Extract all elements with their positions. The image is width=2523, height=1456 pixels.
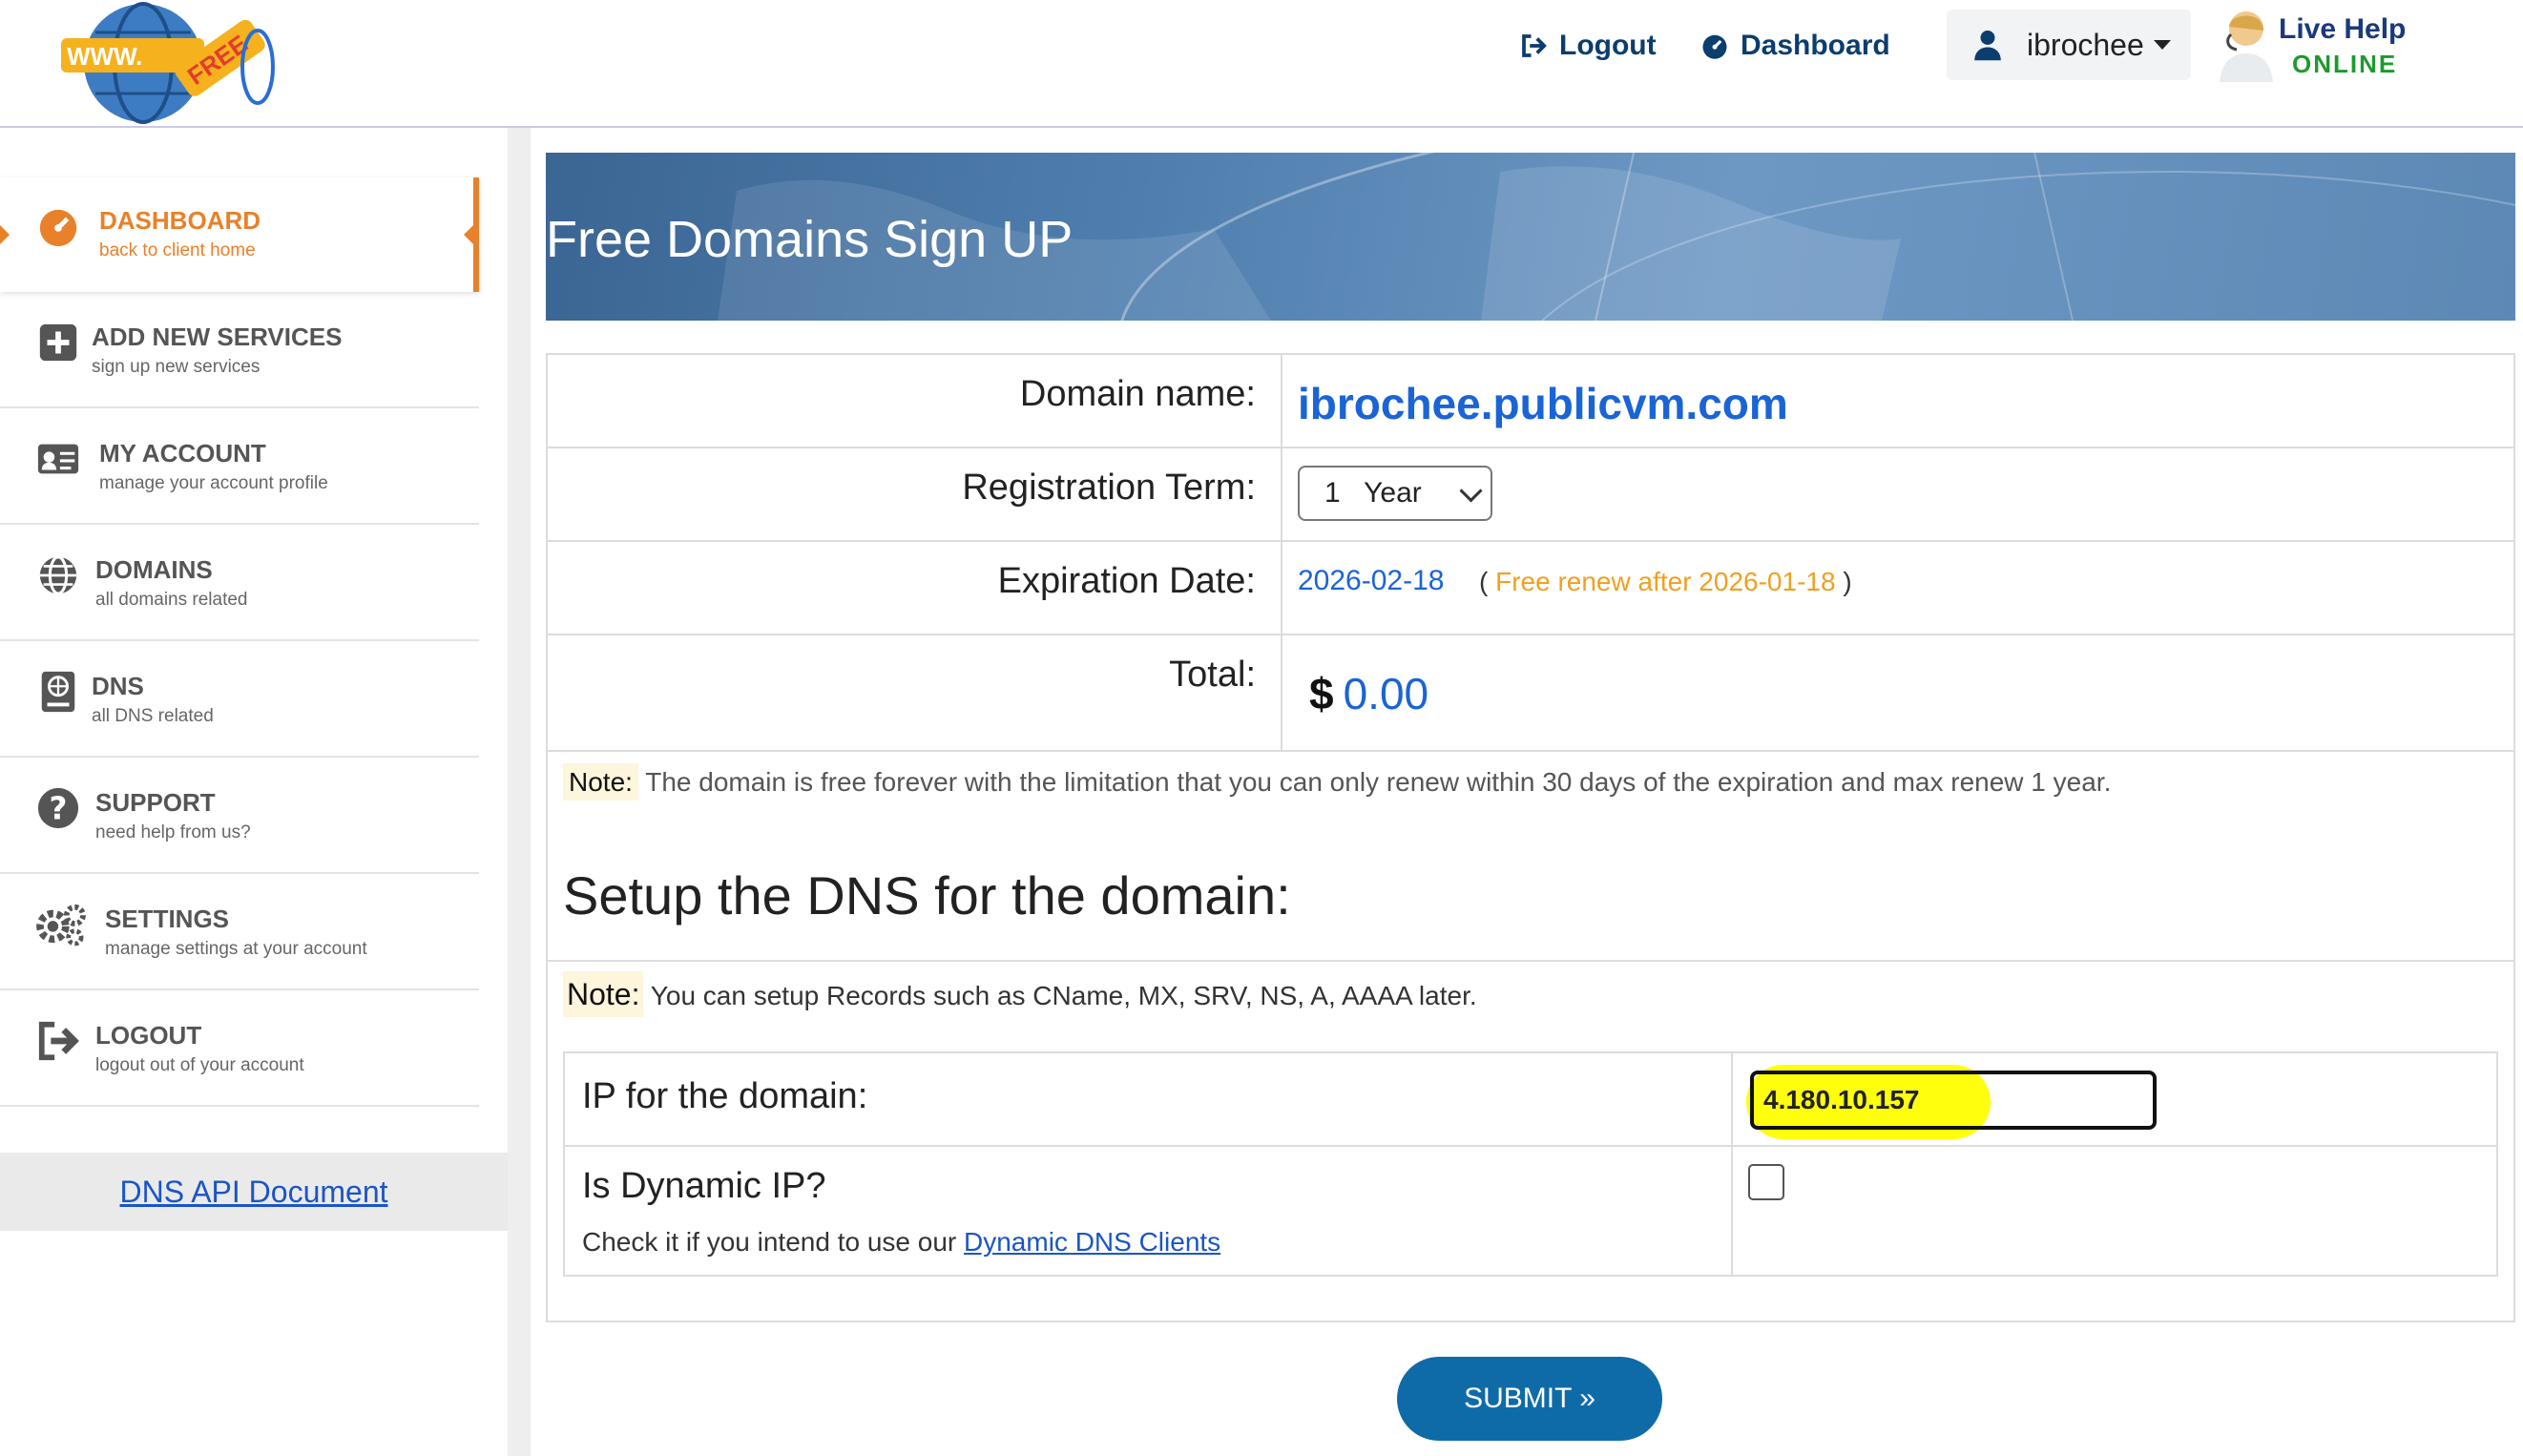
total-label: Total: [1169,655,1256,695]
chevron-down-icon [1459,479,1483,503]
sign-out-icon [1522,34,1547,57]
currency-symbol: $ [1309,669,1334,718]
sidebar-item-title: MY ACCOUNT [99,439,266,468]
table-divider [1731,1053,1733,1275]
renew-after-note: Free renew after 2026-01-18 [1495,567,1836,596]
expiration-date-value: 2026-02-18 [1298,565,1445,596]
table-divider [565,1145,2496,1147]
note-text: You can setup Records such as CName, MX,… [650,981,1477,1010]
sidebar-item-support[interactable]: ? SUPPORT need help from us? [0,759,479,874]
sidebar-item-title: ADD NEW SERVICES [92,322,343,351]
top-header: WWW. FREE Logout Dashboard ibrochee Live… [0,0,2523,128]
dns-setup-heading: Setup the DNS for the domain: [563,865,1291,926]
ip-for-domain-label: IP for the domain: [582,1076,868,1116]
sidebar-item-my-account[interactable]: MY ACCOUNT manage your account profile [0,410,479,525]
username-label: ibrochee [2027,27,2144,62]
id-card-icon [37,444,79,474]
header-dashboard-label: Dashboard [1741,30,1890,61]
header-logout-label: Logout [1559,30,1657,61]
dns-settings-table: IP for the domain: Is Dynamic IP? Check … [563,1051,2498,1277]
total-value: 0.00 [1343,669,1429,718]
renew-info: ( Free renew after 2026-01-18 ) [1479,567,1852,597]
dashboard-gauge-icon [1702,34,1727,59]
svg-text:WWW.: WWW. [67,42,142,71]
renew-close-paren: ) [1843,567,1852,596]
dns-note: Note: You can setup Records such as CNam… [563,971,1477,1017]
sign-out-icon [38,1021,79,1061]
sidebar-item-subtitle: sign up new services [92,357,261,377]
user-icon [1974,31,2001,61]
term-row: Registration Term: [546,448,2515,542]
sidebar-item-dashboard[interactable]: DASHBOARD back to client home [0,177,479,292]
sidebar-item-title: DOMAINS [95,555,213,584]
live-help-title: Live Help [2279,13,2407,45]
dynamic-ip-help: Check it if you intend to use our Dynami… [582,1227,1220,1258]
api-doc-box: DNS API Document [0,1153,508,1231]
sidebar-item-add-new-services[interactable]: ADD NEW SERVICES sign up new services [0,294,479,408]
gears-icon [36,904,86,946]
dynamic-dns-clients-link[interactable]: Dynamic DNS Clients [964,1227,1220,1257]
sidebar: DASHBOARD back to client home ADD NEW SE… [0,128,508,1456]
total-row: Total: [546,635,2515,752]
domain-name-label: Domain name: [1019,374,1256,414]
free-domain-note: Note: The domain is free forever with th… [563,763,2112,801]
user-menu-dropdown[interactable]: ibrochee [1947,10,2191,80]
dns-api-document-link[interactable]: DNS API Document [120,1175,388,1210]
page-title: Free Domains Sign UP [546,211,1074,268]
sidebar-item-settings[interactable]: SETTINGS manage settings at your account [0,876,479,990]
note-tag: Note: [563,763,638,801]
expiration-date-label: Expiration Date: [997,561,1256,601]
sidebar-item-subtitle: all domains related [95,590,248,610]
registration-term-label: Registration Term: [962,468,1256,508]
domain-name-value: ibrochee.publicvm.com [1298,379,1788,428]
header-dashboard-link[interactable]: Dashboard [1700,27,1890,65]
registration-term-value: 1 Year [1324,477,1422,509]
registration-term-select[interactable]: 1 Year [1298,466,1492,521]
header-logout-link[interactable]: Logout [1519,27,1657,65]
svg-text:?: ? [50,791,68,827]
live-help-widget[interactable]: Live Help ONLINE [2212,6,2431,86]
sidebar-item-title: DNS [92,672,144,700]
plus-square-icon [39,323,77,362]
sidebar-item-domains[interactable]: DOMAINS all domains related [0,527,479,641]
question-circle-icon: ? [37,787,79,829]
sidebar-item-title: SUPPORT [95,788,216,817]
live-help-status: ONLINE [2292,50,2398,78]
note-text: The domain is free forever with the limi… [645,767,2112,797]
ip-address-input[interactable] [1750,1071,2157,1130]
dynamic-ip-help-text: Check it if you intend to use our [582,1227,957,1257]
sidebar-item-dns[interactable]: DNS all DNS related [0,643,479,758]
note-tag: Note: [563,971,644,1017]
page-banner: Free Domains Sign UP [546,153,2515,321]
sidebar-item-subtitle: manage your account profile [99,473,328,493]
renew-open-paren: ( [1479,567,1489,596]
sidebar-item-title: LOGOUT [95,1021,202,1050]
sidebar-item-subtitle: need help from us? [95,822,251,842]
sidebar-item-subtitle: back to client home [99,240,256,260]
dns-book-icon [41,671,75,713]
sidebar-item-title: SETTINGS [105,905,230,933]
dynamic-ip-checkbox[interactable] [1748,1164,1784,1200]
sidebar-divider [508,128,531,1456]
dynamic-ip-label: Is Dynamic IP? [582,1166,826,1206]
chevron-down-icon [2153,40,2171,50]
total-amount: $0.00 [1309,668,1428,719]
sidebar-item-logout[interactable]: LOGOUT logout out of your account [0,992,479,1107]
support-agent-icon [2220,11,2273,82]
sidebar-item-title: DASHBOARD [99,206,261,235]
submit-button[interactable]: SUBMIT » [1397,1357,1662,1441]
dashboard-gauge-icon [39,209,77,247]
sidebar-item-subtitle: logout out of your account [95,1055,304,1075]
sidebar-item-subtitle: manage settings at your account [105,939,367,959]
site-logo[interactable]: WWW. FREE [57,0,286,124]
sidebar-item-subtitle: all DNS related [92,706,214,726]
globe-icon [39,555,77,595]
